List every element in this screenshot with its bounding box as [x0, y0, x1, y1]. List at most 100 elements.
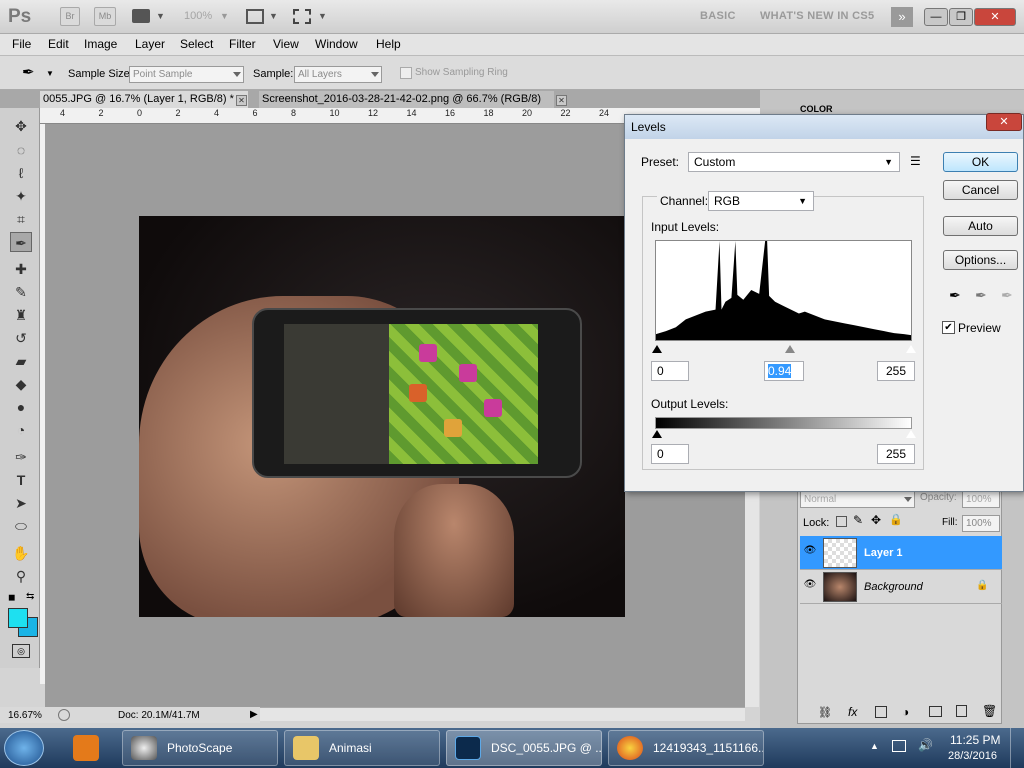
brush-tool-icon[interactable]: ✎ — [10, 282, 32, 302]
show-desktop-button[interactable] — [1010, 728, 1024, 768]
menu-window[interactable]: Window — [315, 37, 358, 51]
options-button[interactable]: Options... — [943, 250, 1018, 270]
path-selection-tool-icon[interactable]: ➤ — [10, 493, 32, 513]
tab-dsc-0055[interactable]: 0055.JPG @ 16.7% (Layer 1, RGB/8) * — [40, 91, 248, 108]
chevron-down-icon[interactable]: ▼ — [269, 11, 278, 21]
taskbar-photoscape[interactable]: PhotoScape — [122, 730, 278, 766]
taskbar-firefox[interactable]: 12419343_1151166... — [608, 730, 764, 766]
input-white-slider[interactable] — [906, 345, 916, 353]
chevron-down-icon[interactable]: ▼ — [220, 11, 229, 21]
workspace-basic[interactable]: BASIC — [700, 10, 736, 22]
move-tool-icon[interactable]: ✥ — [10, 116, 32, 136]
eraser-tool-icon[interactable]: ▰ — [10, 351, 32, 371]
adjustment-layer-icon[interactable]: ◑ — [902, 705, 909, 719]
lasso-tool-icon[interactable]: ℓ — [10, 163, 32, 183]
eyedropper-preset-icon[interactable]: ✒ — [22, 63, 42, 83]
taskbar-photoshop[interactable]: DSC_0055.JPG @ ... — [446, 730, 602, 766]
color-panel-tab[interactable]: COLOR — [800, 104, 833, 114]
paint-bucket-tool-icon[interactable]: ◆ — [10, 374, 32, 394]
marquee-tool-icon[interactable]: ◌ — [10, 140, 32, 160]
eye-icon[interactable]: 👁 — [803, 579, 817, 593]
menu-filter[interactable]: Filter — [229, 37, 256, 51]
history-brush-tool-icon[interactable]: ↺ — [10, 328, 32, 348]
play-arrow-icon[interactable]: ▶ — [250, 709, 258, 720]
gray-eyedropper-icon[interactable]: ✒ — [975, 287, 987, 304]
zoom-tool-icon[interactable]: ⚲ — [10, 566, 32, 586]
preview-checkbox[interactable]: ✔ — [942, 321, 955, 334]
chevron-down-icon[interactable]: ▼ — [318, 11, 327, 21]
screen-mode-icon[interactable] — [293, 9, 311, 24]
close-icon[interactable]: ✕ — [556, 95, 567, 106]
close-icon[interactable]: ✕ — [236, 95, 247, 106]
dialog-close-button[interactable]: ✕ — [986, 113, 1022, 131]
input-black-field[interactable]: 0 — [651, 361, 689, 381]
output-black-field[interactable]: 0 — [651, 444, 689, 464]
menu-view[interactable]: View — [273, 37, 299, 51]
healing-brush-tool-icon[interactable]: ✚ — [10, 259, 32, 279]
input-gamma-slider[interactable] — [785, 345, 795, 353]
opacity-input[interactable]: 100% — [962, 491, 1000, 508]
link-layers-icon[interactable]: ⛓ — [818, 706, 832, 719]
quick-mask-icon[interactable]: ◎ — [12, 644, 30, 658]
menu-file[interactable]: File — [12, 37, 31, 51]
input-black-slider[interactable] — [652, 345, 662, 353]
network-icon[interactable] — [892, 740, 906, 752]
chevron-down-icon[interactable]: ▼ — [156, 11, 165, 21]
output-black-slider[interactable] — [652, 430, 662, 438]
clock-date[interactable]: 28/3/2016 — [948, 750, 997, 762]
eye-icon[interactable]: 👁 — [803, 545, 817, 559]
lock-all-icon[interactable]: 🔒 — [889, 513, 903, 526]
new-group-icon[interactable] — [929, 706, 942, 717]
eyedropper-tool-icon[interactable]: ✒ — [10, 232, 32, 252]
mini-bridge-button[interactable]: Mb — [94, 7, 116, 26]
crop-tool-icon[interactable]: ⌗ — [10, 209, 32, 229]
black-eyedropper-icon[interactable]: ✒ — [949, 287, 961, 304]
menu-edit[interactable]: Edit — [48, 37, 69, 51]
foreground-color-swatch[interactable] — [8, 608, 28, 628]
pen-tool-icon[interactable]: ✑ — [10, 447, 32, 467]
lock-image-icon[interactable]: ✎ — [853, 513, 863, 527]
lock-position-icon[interactable]: ✥ — [871, 513, 881, 527]
swap-colors-icon[interactable]: ⇆ — [26, 591, 34, 602]
maximize-button[interactable]: ❐ — [949, 8, 973, 26]
auto-button[interactable]: Auto — [943, 216, 1018, 236]
zoom-level-menu[interactable]: 100% — [184, 10, 212, 22]
tab-screenshot[interactable]: Screenshot_2016-03-28-21-42-02.png @ 66.… — [259, 91, 554, 108]
clock-time[interactable]: 11:25 PM — [950, 733, 1000, 747]
output-white-slider[interactable] — [906, 430, 916, 438]
menu-image[interactable]: Image — [84, 37, 117, 51]
show-sampling-ring-checkbox[interactable] — [400, 67, 412, 79]
status-menu-icon[interactable] — [58, 709, 70, 721]
clone-stamp-tool-icon[interactable]: ♜ — [10, 305, 32, 325]
ok-button[interactable]: OK — [943, 152, 1018, 172]
input-white-field[interactable]: 255 — [877, 361, 915, 381]
menu-help[interactable]: Help — [376, 37, 401, 51]
layer-mask-icon[interactable] — [875, 706, 887, 718]
start-button[interactable] — [4, 730, 44, 766]
white-eyedropper-icon[interactable]: ✒ — [1001, 287, 1013, 304]
photo-canvas[interactable] — [139, 216, 625, 617]
fill-input[interactable]: 100% — [962, 515, 1000, 532]
close-button[interactable]: ✕ — [974, 8, 1016, 26]
arrange-documents-icon[interactable] — [246, 9, 264, 24]
preset-select[interactable]: Custom ▼ — [688, 152, 900, 172]
dodge-tool-icon[interactable]: ◔ — [10, 420, 32, 440]
menu-layer[interactable]: Layer — [135, 37, 165, 51]
bridge-button[interactable]: Br — [60, 7, 80, 26]
more-workspaces-icon[interactable]: » — [891, 7, 913, 27]
cancel-button[interactable]: Cancel — [943, 180, 1018, 200]
layer-name-background[interactable]: Background — [864, 581, 923, 593]
new-layer-icon[interactable] — [956, 705, 967, 717]
minimize-button[interactable]: — — [924, 8, 948, 26]
quick-select-tool-icon[interactable]: ✦ — [10, 186, 32, 206]
media-player-icon[interactable] — [73, 735, 99, 761]
sample-size-select[interactable]: Point Sample — [129, 66, 244, 83]
blur-tool-icon[interactable]: ● — [10, 397, 32, 417]
preset-options-icon[interactable]: ☰ — [910, 154, 921, 168]
volume-icon[interactable]: 🔊 — [918, 738, 933, 752]
zoom-status[interactable]: 16.67% — [8, 710, 42, 721]
type-tool-icon[interactable]: T — [10, 470, 32, 490]
chevron-down-icon[interactable]: ▼ — [46, 69, 54, 78]
menu-select[interactable]: Select — [180, 37, 213, 51]
input-gamma-field[interactable]: 0.94 — [764, 361, 804, 381]
